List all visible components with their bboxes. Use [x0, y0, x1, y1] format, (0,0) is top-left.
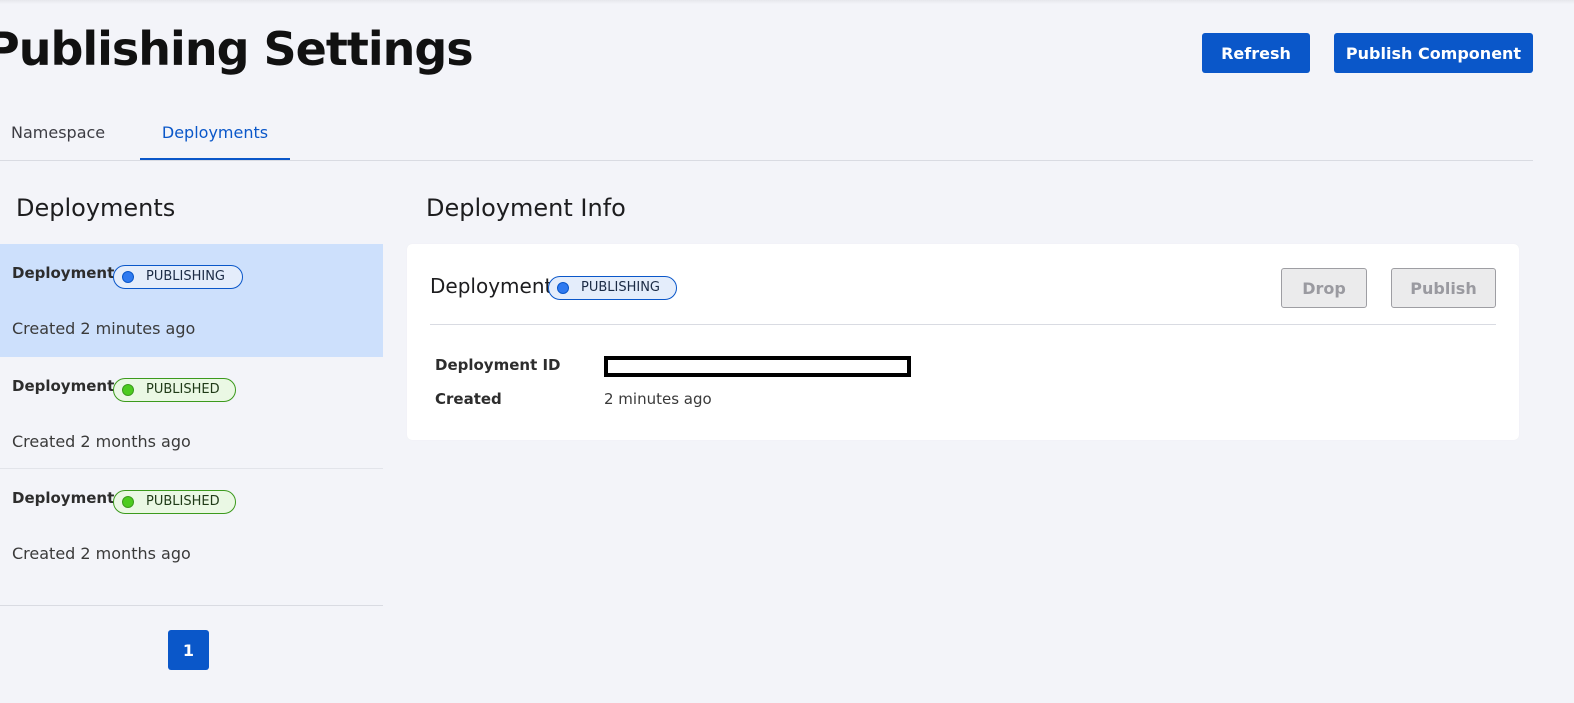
card-divider: [430, 324, 1496, 325]
deployments-section-title: Deployments: [16, 194, 176, 222]
deployment-created: Created 2 months ago: [12, 432, 191, 451]
list-divider: [0, 605, 383, 606]
deployment-list-item[interactable]: Deployment PUBLISHING Created 2 minutes …: [0, 244, 383, 357]
deployment-info-section-title: Deployment Info: [426, 194, 626, 222]
deployment-id-label: Deployment ID: [435, 356, 561, 374]
tab-deployments[interactable]: Deployments: [140, 110, 290, 160]
status-badge-label: PUBLISHING: [146, 269, 226, 284]
status-dot-icon: [122, 496, 134, 508]
status-dot-icon: [122, 384, 134, 396]
deployment-name: Deployment: [12, 264, 115, 282]
deployment-list-item[interactable]: Deployment PUBLISHED Created 2 months ag…: [0, 469, 383, 581]
redacted-deployment-id: [604, 356, 911, 377]
page-title: Publishing Settings: [0, 22, 474, 76]
deployment-created: Created 2 minutes ago: [12, 319, 196, 338]
status-badge-label: PUBLISHED: [146, 494, 220, 509]
deployment-name: Deployment: [12, 489, 115, 507]
created-label: Created: [435, 390, 502, 408]
status-badge-label: PUBLISHING: [581, 280, 661, 295]
deployment-name: Deployment: [12, 377, 115, 395]
drop-button[interactable]: Drop: [1281, 268, 1367, 308]
deployment-list-item[interactable]: Deployment PUBLISHED Created 2 months ag…: [0, 357, 383, 469]
tab-bar: Namespace Deployments: [0, 110, 1533, 161]
deployment-created: Created 2 months ago: [12, 544, 191, 563]
status-badge: PUBLISHING: [113, 265, 243, 289]
created-value: 2 minutes ago: [604, 390, 712, 408]
status-dot-icon: [122, 271, 134, 283]
pagination-page-button[interactable]: 1: [168, 630, 209, 670]
status-dot-icon: [557, 282, 569, 294]
status-badge-label: PUBLISHED: [146, 382, 220, 397]
status-badge: PUBLISHED: [113, 378, 236, 402]
deployments-list: Deployment PUBLISHING Created 2 minutes …: [0, 244, 383, 581]
deployment-info-heading: Deployment: [430, 274, 553, 298]
publish-component-button[interactable]: Publish Component: [1334, 33, 1533, 73]
tab-namespace[interactable]: Namespace: [0, 110, 110, 158]
top-edge-shadow: [0, 0, 1574, 4]
refresh-button[interactable]: Refresh: [1202, 33, 1310, 73]
deployment-info-card: Deployment PUBLISHING Drop Publish Deplo…: [407, 244, 1519, 440]
status-badge: PUBLISHED: [113, 490, 236, 514]
status-badge: PUBLISHING: [548, 276, 677, 300]
publish-button[interactable]: Publish: [1391, 268, 1496, 308]
